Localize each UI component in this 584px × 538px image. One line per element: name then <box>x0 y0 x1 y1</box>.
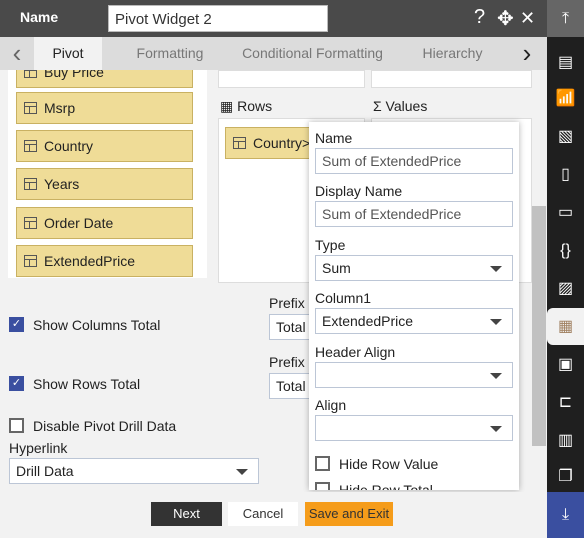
code-icon[interactable]: {} <box>547 232 584 269</box>
table-icon <box>24 255 37 267</box>
popup-name-label: Name <box>315 130 353 146</box>
table-icon <box>24 102 37 114</box>
scrollbar[interactable] <box>532 206 546 484</box>
row-label: Country <box>253 135 303 151</box>
tab-next-icon[interactable]: › <box>512 37 542 70</box>
page-icon[interactable]: ▭ <box>547 194 584 231</box>
hide-row-total-checkbox[interactable] <box>315 482 330 490</box>
widget-icon[interactable]: ▤ <box>547 44 584 81</box>
document-icon[interactable]: ▯ <box>547 156 584 193</box>
tab-bar: ‹ Pivot Formatting Conditional Formattin… <box>0 37 547 70</box>
hyperlink-value: Drill Data <box>16 463 74 479</box>
field-item[interactable]: Order Date <box>16 207 193 239</box>
rows-icon: ▦ <box>220 98 234 114</box>
popup-column-label: Column1 <box>315 290 372 306</box>
popup-column-select[interactable]: ExtendedPrice <box>315 308 513 334</box>
field-label: Order Date <box>44 215 114 231</box>
map-icon[interactable]: ▧ <box>547 118 584 155</box>
move-icon[interactable]: ✥ <box>497 6 514 31</box>
show-columns-total-label: Show Columns Total <box>33 317 161 333</box>
chevron-down-icon <box>490 319 502 325</box>
show-rows-total-label: Show Rows Total <box>33 376 141 392</box>
chevron-down-icon <box>236 469 248 475</box>
field-label: Country <box>44 138 94 154</box>
scroll-top-icon[interactable]: ⤒ <box>547 0 584 37</box>
field-item[interactable]: ExtendedPrice <box>16 245 193 277</box>
tab-conditional-formatting[interactable]: Conditional Formatting <box>230 37 395 70</box>
copy-icon[interactable]: ❐ <box>547 458 584 495</box>
hide-row-value-label: Hide Row Value <box>339 456 439 472</box>
hide-row-value-checkbox[interactable] <box>315 456 330 471</box>
table-icon <box>24 70 37 78</box>
hyperlink-label: Hyperlink <box>9 440 68 456</box>
table-icon <box>24 217 37 229</box>
values-label: Values <box>385 98 428 114</box>
save-and-exit-button[interactable]: Save and Exit <box>305 502 393 526</box>
filters-drop-zone[interactable] <box>371 70 532 88</box>
show-columns-total-checkbox[interactable]: ✓ <box>9 317 24 332</box>
next-button[interactable]: Next <box>151 502 222 526</box>
hide-row-total-label: Hide Row Total <box>339 482 433 490</box>
chevron-down-icon <box>490 373 502 379</box>
columns-drop-zone[interactable] <box>218 70 365 88</box>
rows-label: Rows <box>237 98 273 114</box>
tab-hierarchy[interactable]: Hierarchy <box>400 37 505 70</box>
field-item[interactable]: Msrp <box>16 92 193 124</box>
field-item[interactable]: Years <box>16 168 193 200</box>
show-rows-total-checkbox[interactable]: ✓ <box>9 376 24 391</box>
disable-drill-checkbox[interactable] <box>9 418 24 433</box>
scrollbar-thumb[interactable] <box>532 206 546 446</box>
chevron-down-icon <box>490 426 502 432</box>
table-icon <box>24 178 37 190</box>
field-label: Buy Price <box>44 70 104 80</box>
field-label: Years <box>44 176 80 192</box>
pivot-icon[interactable]: ▦ <box>547 308 584 345</box>
scroll-bottom-icon[interactable]: ⤓ <box>547 492 584 538</box>
image-icon[interactable]: ▨ <box>547 270 584 307</box>
hierarchy-icon[interactable]: ⊏ <box>547 384 584 421</box>
field-list: Buy Price Msrp Country Years Order Date … <box>8 70 207 278</box>
popup-header-align-select[interactable] <box>315 362 513 388</box>
popup-name-input[interactable]: Sum of ExtendedPrice <box>315 148 513 174</box>
calculator-icon[interactable]: ▣ <box>547 346 584 383</box>
value-settings-popup: Name Sum of ExtendedPrice Display Name S… <box>309 122 519 490</box>
popup-display-name-input[interactable]: Sum of ExtendedPrice <box>315 201 513 227</box>
rows-header: ▦ Rows <box>220 98 272 115</box>
field-item[interactable]: Buy Price <box>16 70 193 88</box>
tab-pivot[interactable]: Pivot <box>34 37 102 70</box>
cancel-button[interactable]: Cancel <box>228 502 298 526</box>
table-icon <box>233 137 246 149</box>
field-label: Msrp <box>44 100 76 116</box>
field-label: ExtendedPrice <box>44 253 136 269</box>
values-header: Σ Values <box>373 98 427 114</box>
popup-align-label: Align <box>315 397 347 413</box>
popup-type-select[interactable]: Sum <box>315 255 513 281</box>
popup-header-align-label: Header Align <box>315 344 396 360</box>
column-value: ExtendedPrice <box>322 313 414 329</box>
tab-prev-icon[interactable]: ‹ <box>0 37 34 70</box>
field-item[interactable]: Country <box>16 130 193 162</box>
popup-align-select[interactable] <box>315 415 513 441</box>
close-icon[interactable]: ✕ <box>520 8 535 29</box>
popup-type-label: Type <box>315 237 346 253</box>
name-input[interactable]: Pivot Widget 2 <box>108 5 328 32</box>
hyperlink-select[interactable]: Drill Data <box>9 458 259 484</box>
help-icon[interactable]: ? <box>474 6 485 29</box>
chart-icon[interactable]: 📶 <box>547 80 584 117</box>
disable-drill-label: Disable Pivot Drill Data <box>33 418 177 434</box>
table-icon <box>24 140 37 152</box>
tab-formatting[interactable]: Formatting <box>110 37 230 70</box>
popup-display-name-label: Display Name <box>315 183 403 199</box>
sigma-icon: Σ <box>373 98 382 114</box>
right-sidebar: ⤒ ▤ 📶 ▧ ▯ ▭ {} ▨ ▦ ▣ ⊏ ▥ ❐ ⤓ <box>547 0 584 538</box>
type-value: Sum <box>322 260 351 276</box>
bar-chart-icon[interactable]: ▥ <box>547 422 584 459</box>
chevron-down-icon <box>490 266 502 272</box>
name-label: Name <box>20 9 59 25</box>
